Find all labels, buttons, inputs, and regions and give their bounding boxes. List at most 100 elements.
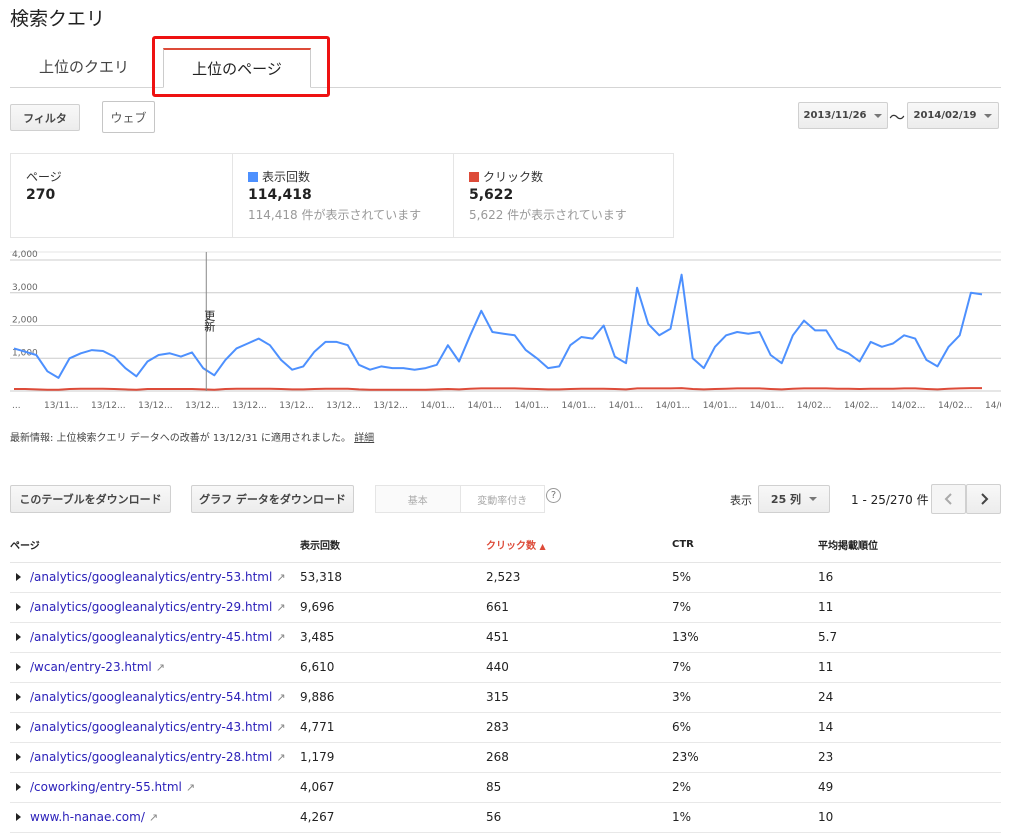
download-graph-button[interactable]: グラフ データをダウンロード xyxy=(191,485,354,513)
col-impressions[interactable]: 表示回数 xyxy=(300,528,486,563)
avg-position-cell: 49 xyxy=(818,772,1001,803)
page-link[interactable]: /analytics/googleanalytics/entry-53.html xyxy=(30,570,272,584)
end-date-label: 2014/02/19 xyxy=(913,110,977,121)
page-link[interactable]: www.h-nanae.com/ xyxy=(30,810,145,824)
x-tick-label: 14/01... xyxy=(515,401,550,411)
external-link-icon[interactable]: ↗ xyxy=(156,661,165,674)
start-date-label: 2013/11/26 xyxy=(803,110,867,121)
page-cell: /analytics/googleanalytics/entry-45.html… xyxy=(10,622,300,653)
avg-position-cell: 14 xyxy=(818,712,1001,743)
stat-clicks[interactable]: クリック数 5,622 5,622 件が表示されています xyxy=(454,154,675,237)
page-cell: /analytics/googleanalytics/entry-54.html… xyxy=(10,682,300,713)
page-link[interactable]: /coworking/entry-55.html xyxy=(30,780,182,794)
page-link[interactable]: /analytics/googleanalytics/entry-28.html xyxy=(30,750,272,764)
external-link-icon[interactable]: ↗ xyxy=(186,781,195,794)
x-tick-label: 14/01... xyxy=(562,401,597,411)
web-filter-button[interactable]: ウェブ xyxy=(102,101,155,133)
col-avg-position[interactable]: 平均掲載順位 xyxy=(818,528,1001,563)
help-icon[interactable]: ? xyxy=(546,488,561,503)
clicks-series-line xyxy=(14,387,982,391)
details-link[interactable]: 詳細 xyxy=(354,433,374,444)
clicks-cell: 440 xyxy=(486,652,672,683)
avg-position-cell: 23 xyxy=(818,742,1001,773)
end-date-button[interactable]: 2014/02/19 xyxy=(907,102,999,129)
tab-top-queries[interactable]: 上位のクエリ xyxy=(16,48,152,88)
avg-position-cell: 16 xyxy=(818,562,1001,593)
external-link-icon[interactable]: ↗ xyxy=(276,691,285,704)
page-link[interactable]: /analytics/googleanalytics/entry-29.html xyxy=(30,600,272,614)
external-link-icon[interactable]: ↗ xyxy=(276,721,285,734)
sort-ascending-icon: ▲ xyxy=(539,542,546,552)
external-link-icon[interactable]: ↗ xyxy=(276,631,285,644)
avg-position-cell: 11 xyxy=(818,652,1001,683)
chevron-right-icon xyxy=(980,493,988,505)
page-cell: /analytics/googleanalytics/entry-43.html… xyxy=(10,712,300,743)
expand-row-icon[interactable] xyxy=(16,573,21,581)
x-tick-label: 13/12... xyxy=(326,401,361,411)
rows-per-page-value: 25 列 xyxy=(770,493,802,506)
external-link-icon[interactable]: ↗ xyxy=(276,571,285,584)
expand-row-icon[interactable] xyxy=(16,783,21,791)
expand-row-icon[interactable] xyxy=(16,603,21,611)
prev-page-button[interactable] xyxy=(931,484,966,514)
update-note: 最新情報: 上位検索クエリ データへの改善が 13/12/31 に適用されました… xyxy=(10,429,374,444)
ctr-cell: 3% xyxy=(672,682,818,713)
x-tick-label: ... xyxy=(12,401,21,411)
pages-table: ページ 表示回数 クリック数 ▲ CTR 平均掲載順位 /analytics/g… xyxy=(10,528,1001,833)
expand-row-icon[interactable] xyxy=(16,813,21,821)
stat-clicks-label: クリック数 xyxy=(483,170,544,184)
col-page[interactable]: ページ xyxy=(10,528,300,563)
chevron-down-icon xyxy=(809,497,818,501)
download-table-button[interactable]: このテーブルをダウンロード xyxy=(10,485,171,513)
external-link-icon[interactable]: ↗ xyxy=(276,751,285,764)
impressions-cell: 9,886 xyxy=(300,682,486,713)
avg-position-cell: 24 xyxy=(818,682,1001,713)
stat-impressions[interactable]: 表示回数 114,418 114,418 件が表示されています xyxy=(233,154,454,237)
y-tick-label: 4,000 xyxy=(12,250,38,260)
rows-per-page-select[interactable]: 25 列 xyxy=(758,485,830,513)
ctr-cell: 13% xyxy=(672,622,818,653)
col-ctr[interactable]: CTR xyxy=(672,528,818,563)
table-row: /analytics/googleanalytics/entry-54.html… xyxy=(10,682,1001,713)
page-cell: /analytics/googleanalytics/entry-28.html… xyxy=(10,742,300,773)
impressions-cell: 4,267 xyxy=(300,802,486,833)
x-tick-label: 14/01... xyxy=(467,401,502,411)
x-tick-label: 14/01... xyxy=(750,401,785,411)
ctr-cell: 5% xyxy=(672,562,818,593)
expand-row-icon[interactable] xyxy=(16,633,21,641)
table-row: /analytics/googleanalytics/entry-45.html… xyxy=(10,622,1001,653)
update-note-text: 最新情報: 上位検索クエリ データへの改善が 13/12/31 に適用されました… xyxy=(10,433,351,444)
x-tick-label: 13/12... xyxy=(232,401,267,411)
expand-row-icon[interactable] xyxy=(16,693,21,701)
page-link[interactable]: /analytics/googleanalytics/entry-45.html xyxy=(30,630,272,644)
y-tick-label: 2,000 xyxy=(12,316,38,326)
impressions-clicks-chart: 4,0003,0002,0001,000更新... 13/11... 13/12..… xyxy=(10,250,1001,411)
start-date-button[interactable]: 2013/11/26 xyxy=(798,102,888,129)
seg-basic[interactable]: 基本 xyxy=(376,486,461,512)
page-link[interactable]: /wcan/entry-23.html xyxy=(30,660,152,674)
seg-change-rate[interactable]: 変動率付き xyxy=(461,486,545,512)
page-cell: /analytics/googleanalytics/entry-53.html… xyxy=(10,562,300,593)
table-row: www.h-nanae.com/ ↗ 4,267 56 1% 10 xyxy=(10,802,1001,833)
col-clicks[interactable]: クリック数 ▲ xyxy=(486,528,672,563)
filter-button[interactable]: フィルタ xyxy=(10,104,80,131)
table-row: /analytics/googleanalytics/entry-29.html… xyxy=(10,592,1001,623)
stats-panel: ページ 270 表示回数 114,418 114,418 件が表示されています … xyxy=(10,153,674,238)
clicks-cell: 451 xyxy=(486,622,672,653)
next-page-button[interactable] xyxy=(966,484,1001,514)
external-link-icon[interactable]: ↗ xyxy=(276,601,285,614)
page-cell: /coworking/entry-55.html ↗ xyxy=(10,772,300,803)
x-tick-label: 14/0... xyxy=(985,401,1001,411)
expand-row-icon[interactable] xyxy=(16,723,21,731)
page-link[interactable]: /analytics/googleanalytics/entry-54.html xyxy=(30,690,272,704)
page-link[interactable]: /analytics/googleanalytics/entry-43.html xyxy=(30,720,272,734)
stat-impressions-label: 表示回数 xyxy=(262,170,311,184)
external-link-icon[interactable]: ↗ xyxy=(149,811,158,824)
avg-position-cell: 10 xyxy=(818,802,1001,833)
expand-row-icon[interactable] xyxy=(16,663,21,671)
impressions-cell: 4,067 xyxy=(300,772,486,803)
clicks-swatch-icon xyxy=(469,171,479,182)
ctr-cell: 1% xyxy=(672,802,818,833)
clicks-cell: 315 xyxy=(486,682,672,713)
expand-row-icon[interactable] xyxy=(16,753,21,761)
